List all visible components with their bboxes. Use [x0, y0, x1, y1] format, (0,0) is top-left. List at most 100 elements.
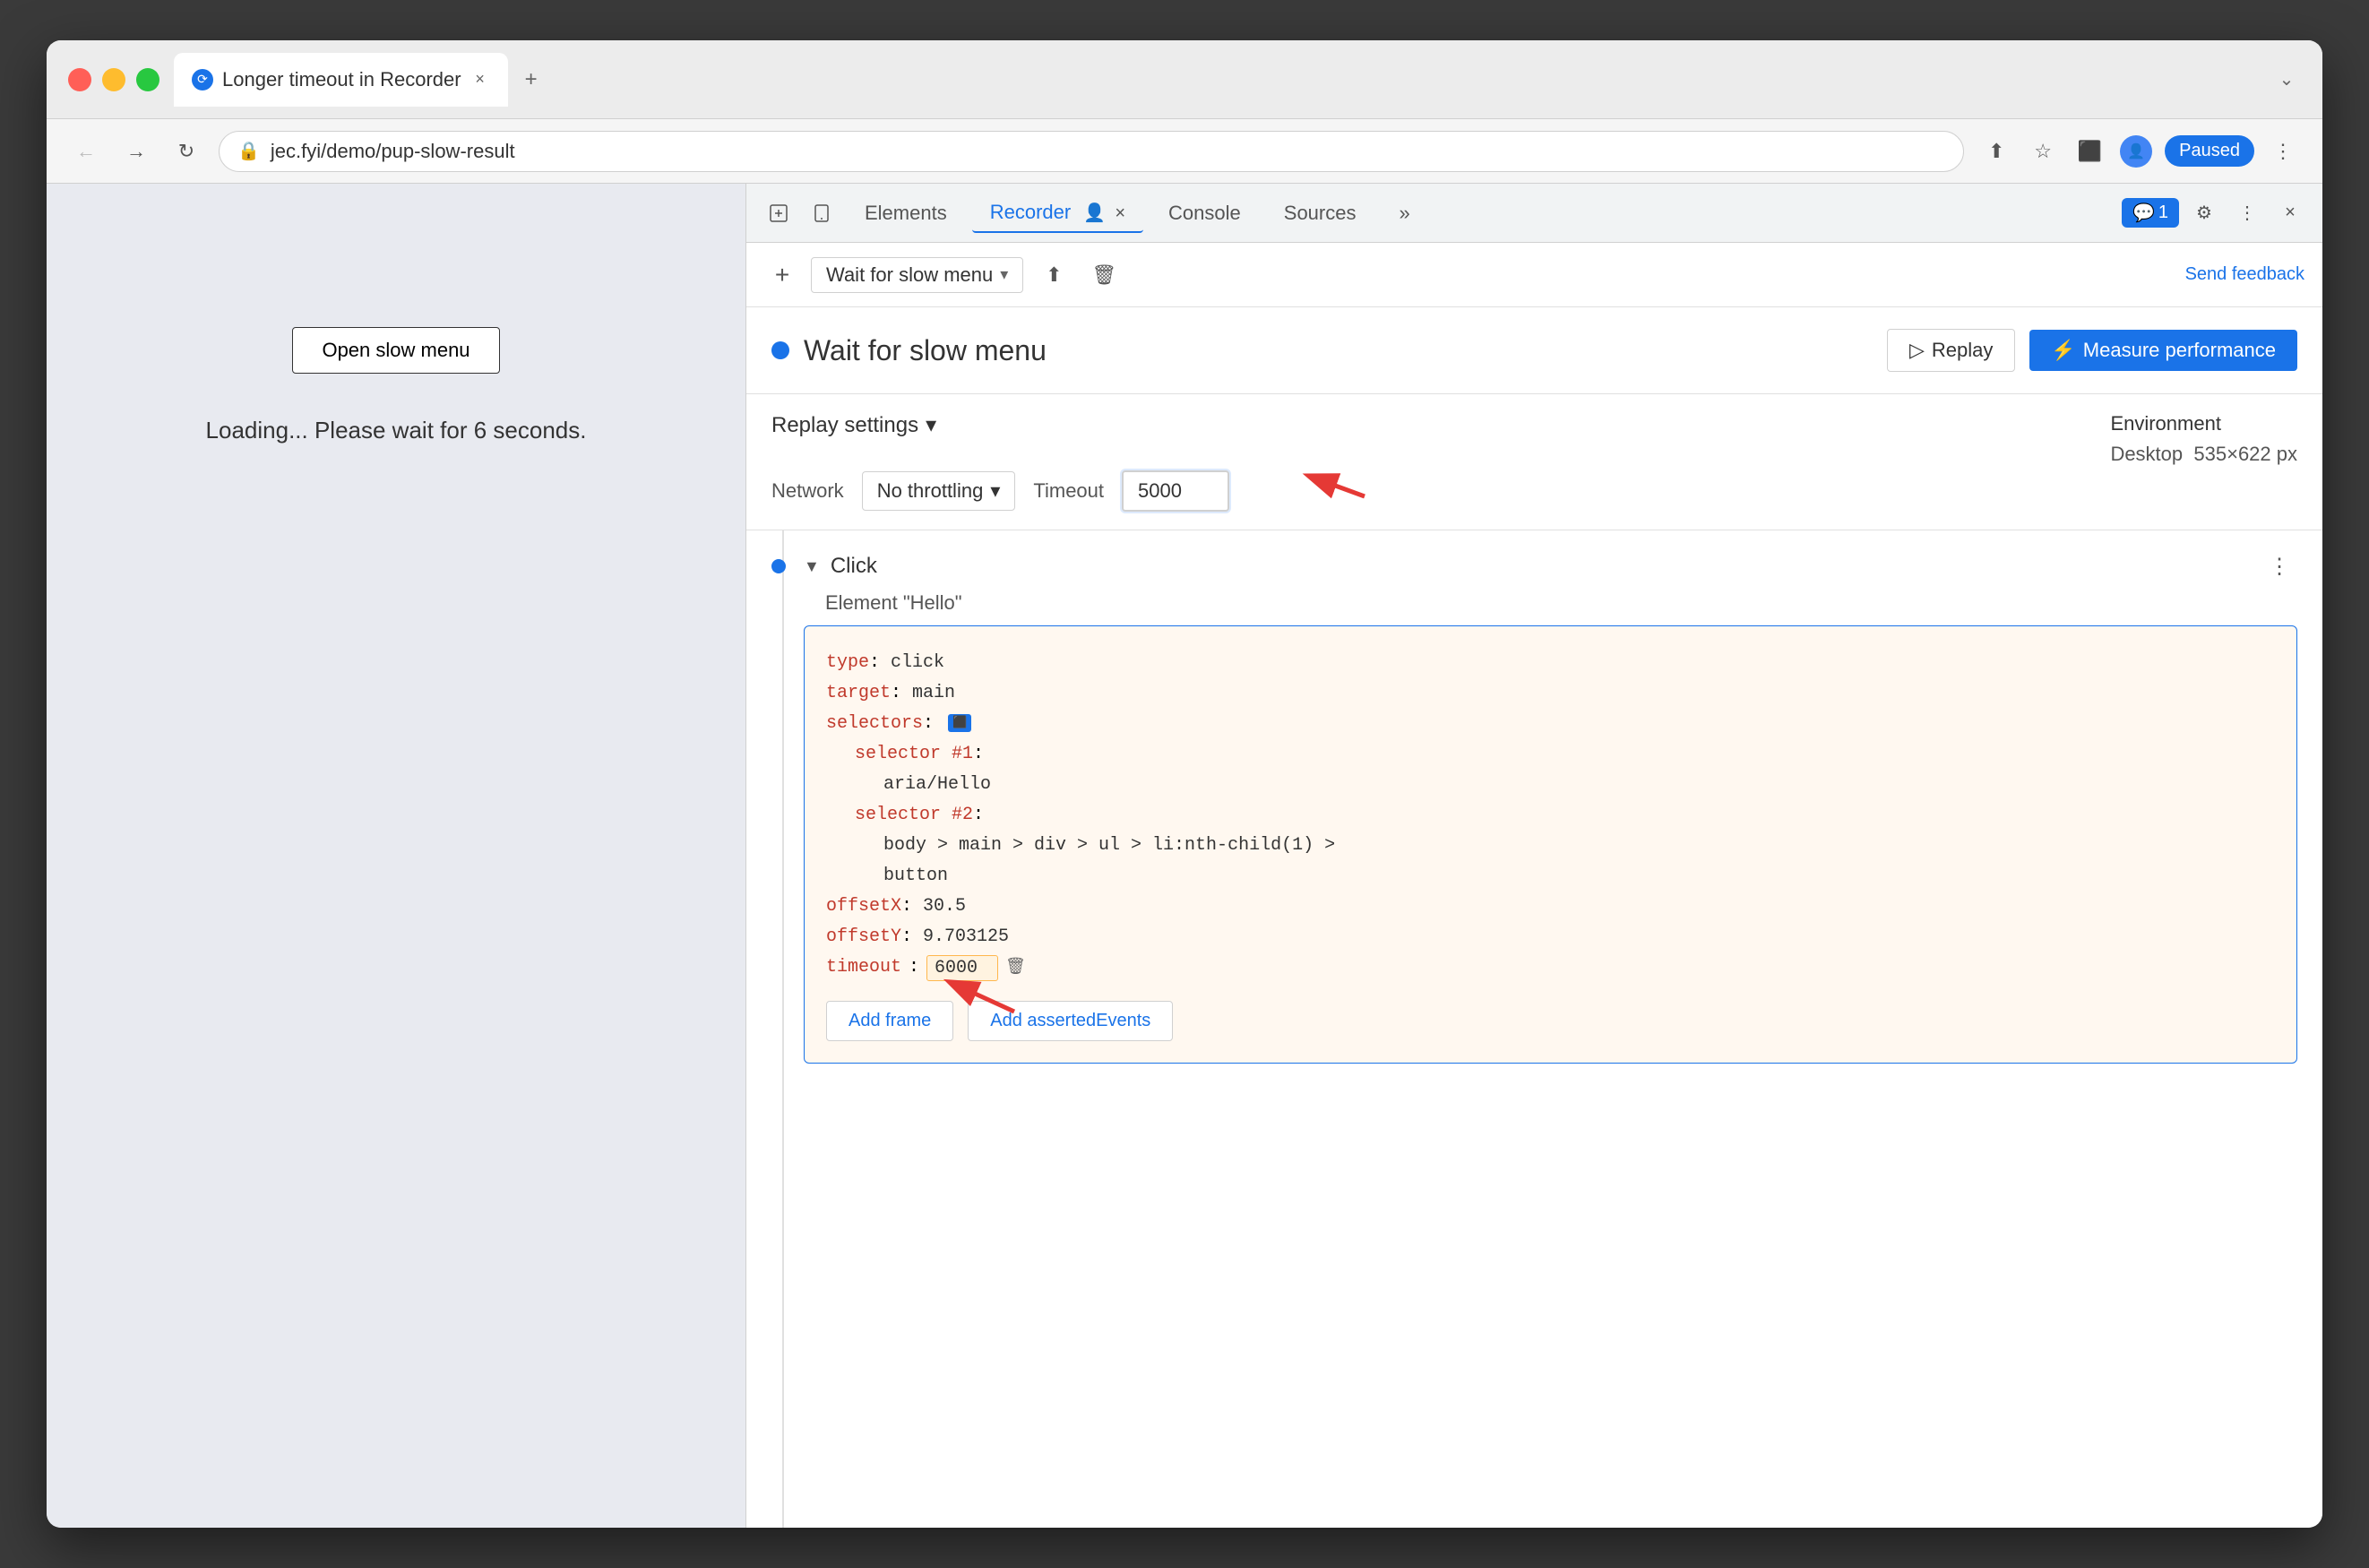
recording-title: Wait for slow menu [804, 334, 1047, 367]
recorder-main: Wait for slow menu ▷ Replay ⚡ Measure pe… [746, 307, 2322, 1528]
environment-section: Environment Desktop 535×622 px [2110, 412, 2297, 466]
window-control-button[interactable]: ⌄ [2272, 65, 2301, 94]
url-text: jec.fyi/demo/pup-slow-result [271, 140, 515, 163]
tab-close-button[interactable]: × [470, 70, 490, 90]
recording-selector[interactable]: Wait for slow menu ▾ [811, 257, 1023, 293]
main-content: Open slow menu Loading... Please wait fo… [47, 184, 2322, 1528]
code-offsetX-key: offsetX [826, 896, 901, 917]
tab-favicon: ⟳ [192, 69, 213, 90]
profile-icon[interactable]: 👤 [2118, 134, 2154, 169]
tab-sources[interactable]: Sources [1266, 194, 1374, 232]
timeout-delete-icon[interactable]: 🗑 [1005, 954, 1026, 982]
tab-recorder[interactable]: Recorder 👤 × [972, 194, 1143, 233]
network-label: Network [771, 479, 844, 503]
browser-toolbar-icons: ⬆ ☆ ⬛ 👤 Paused ⋮ [1978, 134, 2301, 169]
replay-settings-header: Replay settings ▾ [771, 412, 1229, 438]
recording-chevron-icon: ▾ [1000, 265, 1008, 284]
minimize-traffic-light[interactable] [102, 68, 125, 91]
address-bar: ← → ↻ 🔒 jec.fyi/demo/pup-slow-result ⬆ ☆… [47, 119, 2322, 184]
recording-title-area: Wait for slow menu [771, 334, 1047, 367]
tab-elements[interactable]: Elements [847, 194, 965, 232]
share-icon[interactable]: ⬆ [1978, 134, 2014, 169]
devtools-more-icon[interactable]: ⋮ [2229, 195, 2265, 231]
extensions-icon[interactable]: ⬛ [2072, 134, 2107, 169]
page-content: Open slow menu Loading... Please wait fo… [47, 184, 745, 1528]
chat-count: 1 [2158, 202, 2168, 223]
red-arrow-timeout [1293, 459, 1374, 508]
new-tab-button[interactable]: + [515, 64, 547, 96]
add-recording-button[interactable]: + [764, 257, 800, 293]
step-more-options-button[interactable]: ⋮ [2261, 548, 2297, 584]
chat-badge[interactable]: 💬 1 [2122, 198, 2179, 228]
maximize-traffic-light[interactable] [136, 68, 159, 91]
more-tabs-button[interactable]: » [1381, 194, 1427, 232]
measure-icon: ⚡ [2051, 339, 2075, 362]
replay-label: Replay [1932, 339, 1993, 362]
step-type-label: Click [831, 554, 877, 579]
code-type-key: type [826, 652, 869, 673]
tab-title: Longer timeout in Recorder [222, 68, 461, 91]
step-dot [771, 559, 786, 573]
bookmark-icon[interactable]: ☆ [2025, 134, 2061, 169]
browser-tab[interactable]: ⟳ Longer timeout in Recorder × [174, 53, 508, 107]
code-target-val: main [912, 683, 955, 703]
code-offsetX-val: 30.5 [923, 896, 966, 917]
replay-button[interactable]: ▷ Replay [1887, 329, 2015, 372]
network-throttling-value: No throttling [877, 479, 984, 503]
network-throttling-select[interactable]: No throttling ▾ [862, 471, 1016, 511]
code-actions: Add frame Add assertedEvents [826, 1001, 2275, 1041]
network-throttling-chevron-icon: ▾ [990, 479, 1000, 503]
step-code-block: type: click target: main selectors: ⬛ se… [804, 625, 2297, 1064]
forward-button[interactable]: → [118, 134, 154, 169]
tab-bar: ⟳ Longer timeout in Recorder × + [174, 53, 2258, 107]
replay-settings-row: Network No throttling ▾ Timeout [771, 470, 1229, 512]
code-selector-icon: ⬛ [948, 714, 971, 732]
settings-left: Replay settings ▾ Network No throttling … [771, 412, 1229, 512]
traffic-lights [68, 68, 159, 91]
replay-icon: ▷ [1909, 339, 1925, 362]
send-feedback-link[interactable]: Send feedback [2185, 264, 2304, 285]
code-timeout-input[interactable] [926, 955, 998, 981]
code-selector2-val: body > main > div > ul > li:nth-child(1)… [883, 835, 1335, 856]
code-selector2-cont: button [883, 866, 948, 886]
add-frame-button[interactable]: Add frame [826, 1001, 953, 1041]
code-selector1-key: selector #1 [855, 744, 973, 764]
timeout-row: timeout: 🗑 [826, 952, 2275, 983]
code-offsetY-val: 9.703125 [923, 926, 1009, 947]
recorder-toolbar: + Wait for slow menu ▾ ⬆ 🗑 Send feedback [746, 243, 2322, 307]
code-selectors-key: selectors [826, 713, 923, 734]
inspect-element-icon[interactable] [761, 195, 797, 231]
replay-settings-title: Replay settings [771, 413, 918, 438]
export-recording-button[interactable]: ⬆ [1034, 255, 1073, 295]
back-button[interactable]: ← [68, 134, 104, 169]
devtools-header: Elements Recorder 👤 × Console Sources » … [746, 184, 2322, 243]
lock-icon: 🔒 [237, 140, 260, 162]
more-options-icon[interactable]: ⋮ [2265, 134, 2301, 169]
replay-settings-chevron-icon: ▾ [926, 412, 936, 438]
devtools-close-icon[interactable]: × [2272, 195, 2308, 231]
chat-icon: 💬 [2132, 202, 2155, 224]
close-traffic-light[interactable] [68, 68, 91, 91]
step-chevron-icon: ▼ [804, 557, 820, 576]
timeout-label: Timeout [1033, 479, 1104, 503]
code-selector2-key: selector #2 [855, 805, 973, 825]
code-timeout-key: timeout [826, 952, 901, 983]
devtools-panel: Elements Recorder 👤 × Console Sources » … [745, 184, 2322, 1528]
recording-header: Wait for slow menu ▷ Replay ⚡ Measure pe… [746, 307, 2322, 394]
title-bar: ⟳ Longer timeout in Recorder × + ⌄ [47, 40, 2322, 119]
recording-name: Wait for slow menu [826, 263, 993, 287]
paused-badge[interactable]: Paused [2165, 135, 2254, 167]
tab-console[interactable]: Console [1150, 194, 1259, 232]
avatar: 👤 [2120, 135, 2152, 168]
device-toggle-icon[interactable] [804, 195, 840, 231]
url-bar[interactable]: 🔒 jec.fyi/demo/pup-slow-result [219, 131, 1964, 172]
add-asserted-events-button[interactable]: Add assertedEvents [968, 1001, 1173, 1041]
reload-button[interactable]: ↻ [168, 134, 204, 169]
measure-performance-button[interactable]: ⚡ Measure performance [2029, 330, 2297, 371]
code-target-key: target [826, 683, 891, 703]
open-slow-menu-button[interactable]: Open slow menu [292, 327, 499, 374]
step-description: Element "Hello" [804, 591, 2297, 615]
devtools-settings-icon[interactable]: ⚙ [2186, 195, 2222, 231]
delete-recording-button[interactable]: 🗑 [1084, 255, 1124, 295]
timeout-input[interactable] [1122, 470, 1229, 512]
